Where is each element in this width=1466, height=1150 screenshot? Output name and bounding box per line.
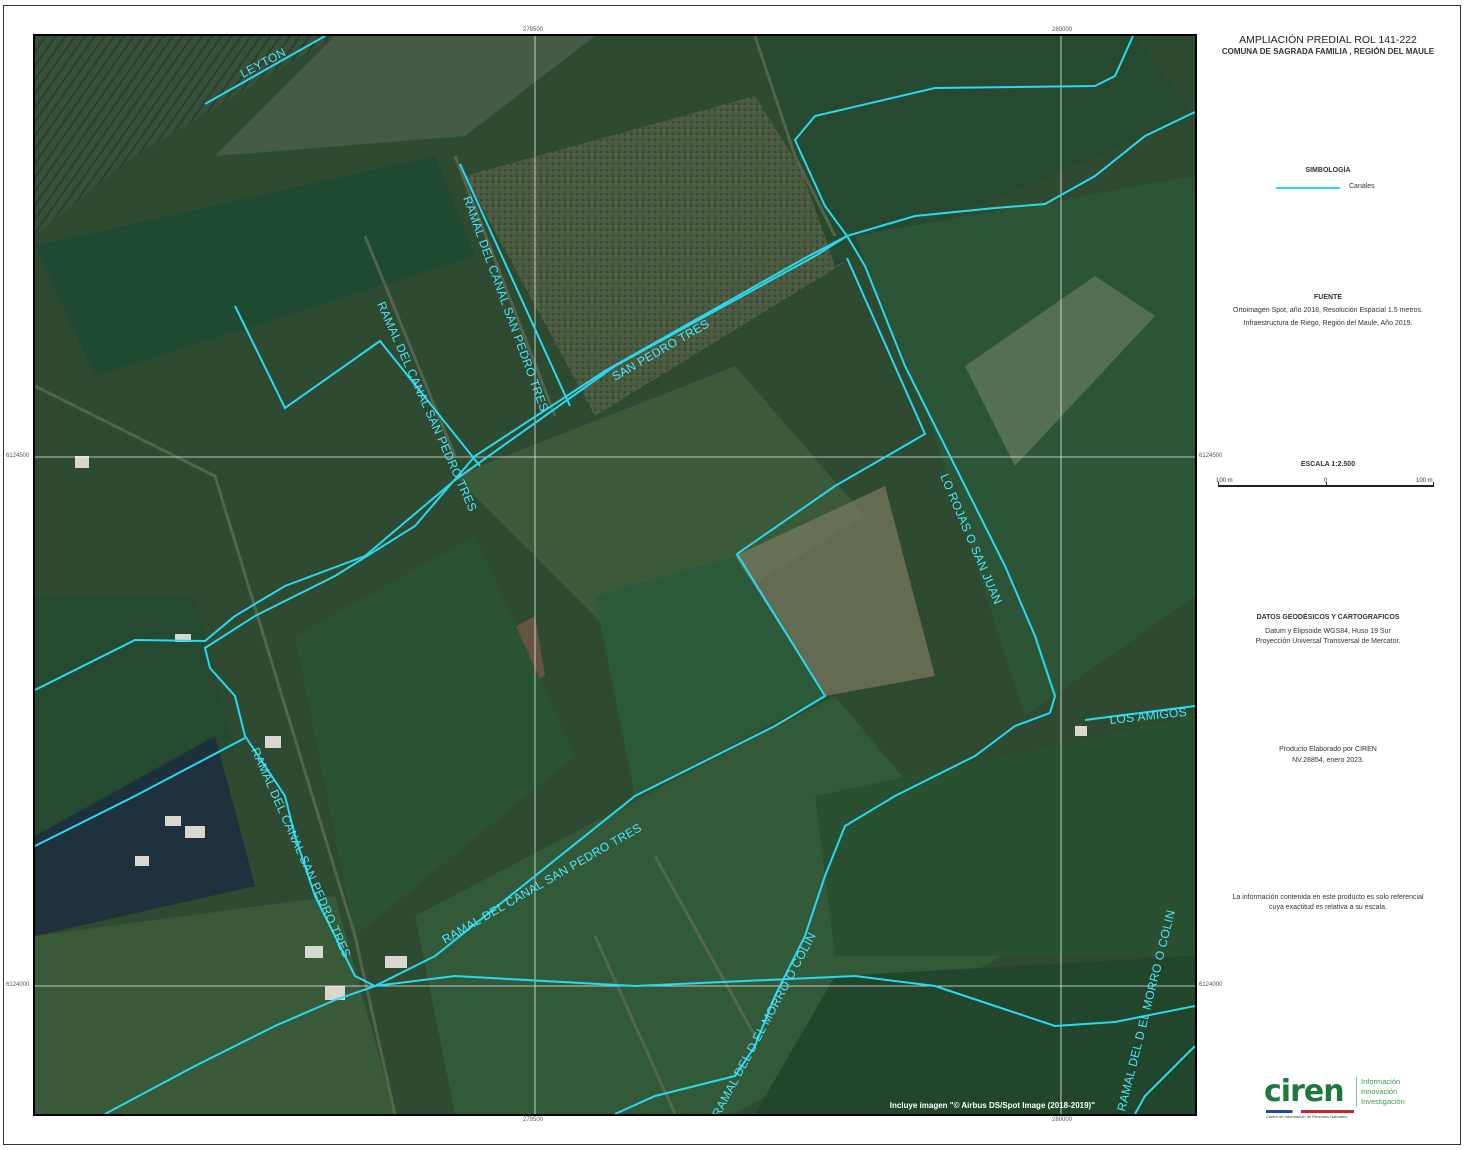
ciren-taglines: Información Innovación Investigación bbox=[1356, 1077, 1405, 1107]
ciren-logo: ciren Centro de Información de Recursos … bbox=[1264, 1074, 1414, 1119]
satellite-map[interactable]: LEYTON RAMAL DEL CANAL SAN PEDRO TRES RA… bbox=[33, 34, 1197, 1116]
tagline-investigacion: Investigación bbox=[1361, 1097, 1405, 1106]
ciren-logo-caption: Centro de Información de Recursos Natura… bbox=[1266, 1114, 1348, 1119]
grid-label-x-top-1: 279500 bbox=[523, 27, 544, 33]
image-credit: Incluye imagen "© Airbus DS/Spot Image (… bbox=[889, 1101, 1095, 1110]
map-subtitle: COMUNA DE SAGRADA FAMILIA , REGIÓN DEL M… bbox=[1221, 47, 1435, 56]
legend-canal-label: Canales bbox=[1349, 183, 1375, 190]
scale-bar bbox=[1218, 482, 1434, 487]
ciren-logo-bar bbox=[1266, 1110, 1354, 1113]
scale-right-label: 100 m bbox=[1416, 478, 1433, 484]
tagline-innovacion: Innovación bbox=[1361, 1087, 1398, 1096]
grid-label-y-left-1: 6124500 bbox=[6, 453, 30, 459]
product-line-2: NV.28854, enero 2023. bbox=[1292, 757, 1364, 764]
grid-label-x-top-2: 280000 bbox=[1052, 27, 1073, 33]
map-title: AMPLIACIÓN PREDIAL ROL 141-222 bbox=[1239, 34, 1417, 46]
disclaimer-line-2: cuya exactitud es relativa a su escala. bbox=[1269, 904, 1387, 911]
scale-label: ESCALA 1:2.500 bbox=[1300, 461, 1356, 468]
legend-heading: SIMBOLOGÍA bbox=[1305, 167, 1351, 174]
geodesic-line-2: Proyección Universal Transversal de Merc… bbox=[1255, 638, 1401, 645]
source-heading: FUENTE bbox=[1314, 294, 1342, 301]
grid-label-y-left-2: 6124000 bbox=[6, 982, 30, 988]
map-canvas: LEYTON RAMAL DEL CANAL SAN PEDRO TRES RA… bbox=[35, 36, 1195, 1114]
geodesic-heading: DATOS GEODÉSICOS Y CARTOGRAFICOS bbox=[1256, 614, 1400, 621]
source-line-1: Ortoimagen Spot, año 2018, Resolución Es… bbox=[1233, 307, 1423, 314]
info-panel: AMPLIACIÓN PREDIAL ROL 141-222 COMUNA DE… bbox=[1198, 34, 1458, 1119]
ciren-logo-name: ciren bbox=[1264, 1074, 1345, 1109]
source-line-2: Infraestructura de Riego, Región del Mau… bbox=[1243, 320, 1413, 327]
legend-canal-swatch bbox=[1276, 187, 1340, 189]
grid-label-x-bottom-1: 279500 bbox=[523, 1117, 544, 1123]
grid-label-x-bottom-2: 280000 bbox=[1052, 1117, 1073, 1123]
tagline-informacion: Información bbox=[1361, 1077, 1401, 1086]
